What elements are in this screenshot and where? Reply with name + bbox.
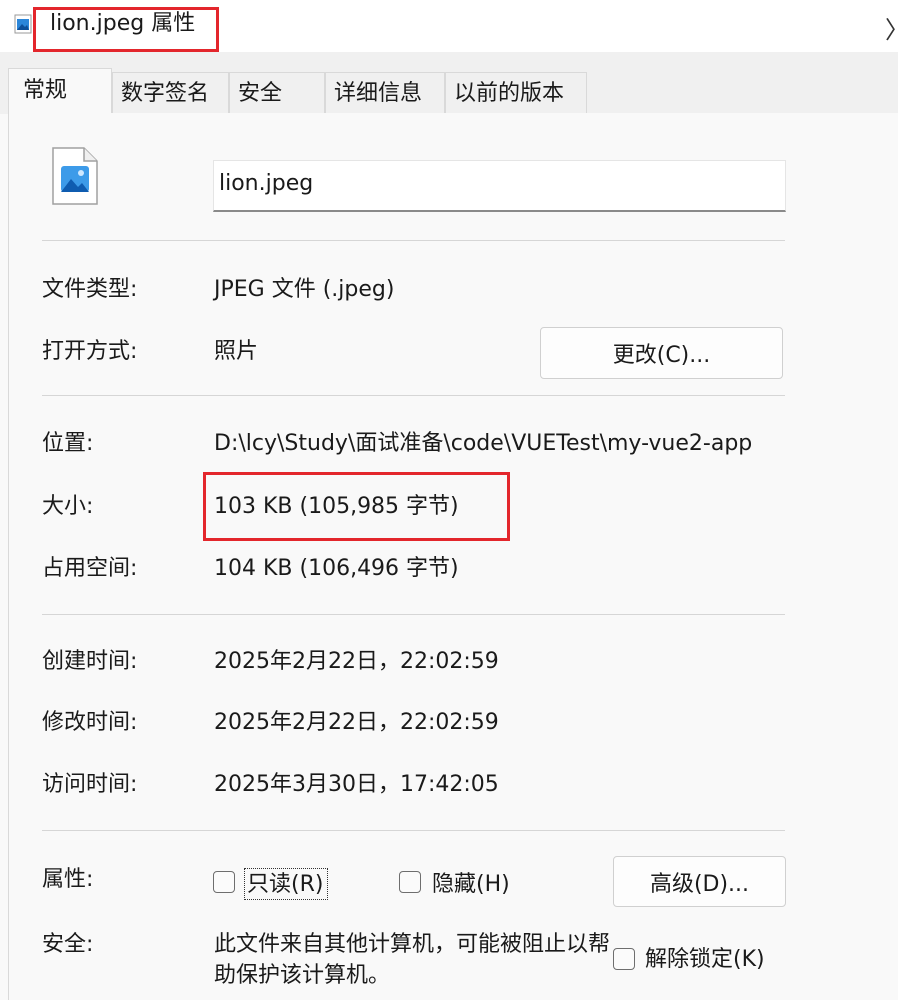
divider — [42, 614, 785, 615]
attributes-label: 属性: — [42, 867, 94, 892]
tab-security[interactable]: 安全 — [229, 72, 325, 113]
unblock-label[interactable]: 解除锁定(K) — [645, 946, 765, 974]
location-value: D:\lcy\Study\面试准备\code\VUETest\my-vue2-a… — [214, 431, 753, 456]
title-highlight-box — [33, 7, 219, 52]
location-label: 位置: — [42, 431, 94, 456]
divider — [42, 395, 785, 396]
file-name-input[interactable] — [213, 160, 786, 212]
file-type-label: 文件类型: — [42, 277, 138, 302]
opens-with-value: 照片 — [214, 339, 259, 364]
size-label: 大小: — [42, 494, 94, 519]
tab-strip: 数字签名 安全 详细信息 以前的版本 常规 — [0, 52, 898, 115]
hidden-label[interactable]: 隐藏(H) — [432, 871, 510, 899]
size-on-disk-value: 104 KB (106,496 字节) — [214, 556, 459, 581]
photo-file-icon — [52, 147, 98, 209]
created-value: 2025年2月22日，22:02:59 — [214, 649, 499, 674]
file-type-value: JPEG 文件 (.jpeg) — [214, 277, 395, 302]
hidden-checkbox[interactable] — [399, 871, 421, 893]
image-file-icon — [14, 14, 32, 38]
divider — [42, 830, 785, 831]
tab-general[interactable]: 常规 — [8, 68, 112, 115]
modified-value: 2025年2月22日，22:02:59 — [214, 710, 499, 735]
accessed-label: 访问时间: — [42, 772, 138, 797]
tab-previous-versions[interactable]: 以前的版本 — [445, 72, 587, 113]
title-bar: lion.jpeg 属性 〉 — [0, 0, 898, 52]
readonly-checkbox[interactable] — [213, 871, 235, 893]
readonly-label[interactable]: 只读(R) — [247, 871, 323, 899]
tab-digital-signature[interactable]: 数字签名 — [112, 72, 229, 113]
security-label: 安全: — [42, 932, 94, 957]
created-label: 创建时间: — [42, 649, 138, 674]
close-icon[interactable]: 〉 — [885, 10, 898, 45]
unblock-checkbox[interactable] — [613, 948, 635, 970]
size-on-disk-label: 占用空间: — [42, 556, 138, 581]
size-highlight-box — [203, 472, 510, 541]
accessed-value: 2025年3月30日，17:42:05 — [214, 772, 499, 797]
advanced-button[interactable]: 高级(D)... — [613, 856, 786, 907]
opens-with-label: 打开方式: — [42, 339, 138, 364]
tab-details[interactable]: 详细信息 — [325, 72, 445, 113]
modified-label: 修改时间: — [42, 710, 138, 735]
security-message: 此文件来自其他计算机，可能被阻止以帮助保护该计算机。 — [214, 932, 611, 988]
change-button[interactable]: 更改(C)... — [540, 327, 783, 379]
divider — [42, 240, 785, 241]
